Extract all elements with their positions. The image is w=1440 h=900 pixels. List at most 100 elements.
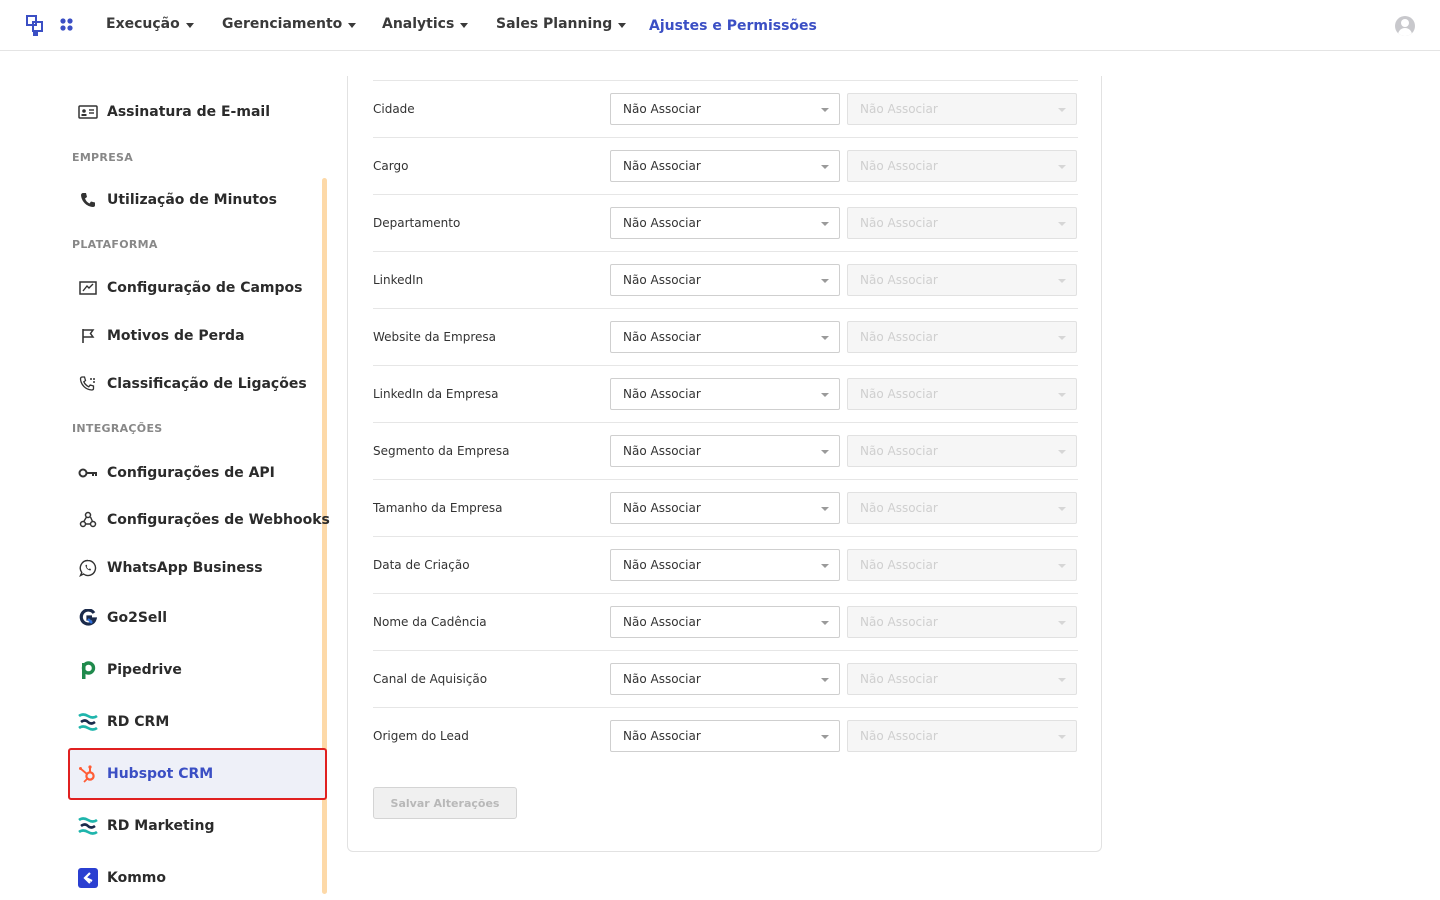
sidebar-item-configuracoes-api[interactable]: Configurações de API (78, 463, 275, 483)
sidebar-item-label: WhatsApp Business (107, 560, 263, 576)
field-label: Departamento (373, 216, 461, 230)
select-value: Não Associar (623, 216, 701, 230)
sidebar-item-hubspot-crm[interactable]: Hubspot CRM (78, 764, 213, 784)
chevron-down-icon (348, 22, 357, 28)
field-mapping-select[interactable]: Não Associar (610, 321, 840, 353)
select-value: Não Associar (623, 615, 701, 629)
section-label-empresa: EMPRESA (72, 151, 134, 164)
chevron-down-icon (821, 165, 829, 169)
field-mapping-select[interactable]: Não Associar (610, 207, 840, 239)
field-mapping-select[interactable]: Não Associar (610, 93, 840, 125)
field-row: Canal de Aquisição Não Associar Não Asso… (373, 650, 1078, 707)
chevron-down-icon (821, 735, 829, 739)
section-label-integracoes: INTEGRAÇÕES (72, 422, 163, 435)
sidebar-item-label: Go2Sell (107, 610, 168, 626)
field-mapping-select[interactable]: Não Associar (610, 492, 840, 524)
chevron-down-icon (821, 279, 829, 283)
go2sell-logo-icon (78, 608, 98, 628)
select-value: Não Associar (860, 159, 938, 173)
nav-execucao[interactable]: Execução (106, 16, 194, 32)
field-row: Data de Criação Não Associar Não Associa… (373, 536, 1078, 593)
app-logo-icon[interactable] (26, 15, 44, 37)
field-mapping-secondary-select: Não Associar (847, 435, 1077, 467)
field-row: Segmento da Empresa Não Associar Não Ass… (373, 422, 1078, 479)
chevron-down-icon (1058, 165, 1066, 169)
field-mapping-select[interactable]: Não Associar (610, 435, 840, 467)
chevron-down-icon (1058, 564, 1066, 568)
kommo-logo-icon (78, 868, 98, 888)
select-value: Não Associar (860, 501, 938, 515)
field-mapping-secondary-select: Não Associar (847, 207, 1077, 239)
chevron-down-icon (185, 22, 194, 28)
select-value: Não Associar (860, 273, 938, 287)
select-value: Não Associar (623, 330, 701, 344)
field-mapping-select[interactable]: Não Associar (610, 663, 840, 695)
field-row: Origem do Lead Não Associar Não Associar (373, 707, 1078, 764)
settings-sidebar: Assinatura de E-mail EMPRESA Utilização … (68, 52, 332, 900)
field-label: LinkedIn (373, 273, 424, 287)
select-value: Não Associar (623, 159, 701, 173)
rd-marketing-logo-icon (78, 816, 98, 836)
field-mapping-secondary-select: Não Associar (847, 720, 1077, 752)
field-mapping-select[interactable]: Não Associar (610, 549, 840, 581)
nav-analytics[interactable]: Analytics (382, 16, 469, 32)
field-mapping-secondary-select: Não Associar (847, 93, 1077, 125)
field-mapping-secondary-select: Não Associar (847, 150, 1077, 182)
pipedrive-logo-icon (78, 660, 98, 680)
select-value: Não Associar (860, 615, 938, 629)
chevron-down-icon (821, 621, 829, 625)
sidebar-item-label: Configurações de API (107, 465, 275, 481)
nav-gerenciamento[interactable]: Gerenciamento (222, 16, 357, 32)
field-label: Tamanho da Empresa (373, 501, 503, 515)
phone-icon (78, 190, 98, 210)
field-label: LinkedIn da Empresa (373, 387, 499, 401)
sidebar-item-label: Hubspot CRM (107, 766, 214, 782)
field-mapping-secondary-select: Não Associar (847, 321, 1077, 353)
chevron-down-icon (821, 678, 829, 682)
field-label: Segmento da Empresa (373, 444, 510, 458)
field-label: Data de Criação (373, 558, 470, 572)
select-value: Não Associar (860, 102, 938, 116)
sidebar-item-rd-crm[interactable]: RD CRM (78, 712, 169, 732)
field-mapping-select[interactable]: Não Associar (610, 150, 840, 182)
apps-grid-icon[interactable] (60, 18, 73, 31)
field-label: Canal de Aquisição (373, 672, 488, 686)
field-mapping-select[interactable]: Não Associar (610, 720, 840, 752)
chevron-down-icon (821, 564, 829, 568)
field-mapping-secondary-select: Não Associar (847, 492, 1077, 524)
sidebar-item-configuracao-campos[interactable]: Configuração de Campos (78, 278, 303, 298)
chevron-down-icon (1058, 222, 1066, 226)
chevron-down-icon (821, 336, 829, 340)
field-row: Cargo Não Associar Não Associar (373, 137, 1078, 194)
sidebar-item-motivos-perda[interactable]: Motivos de Perda (78, 326, 245, 346)
sidebar-item-label: Configurações de Webhooks (107, 512, 330, 528)
select-value: Não Associar (860, 444, 938, 458)
chevron-down-icon (821, 108, 829, 112)
nav-ajustes-permissoes[interactable]: Ajustes e Permissões (649, 18, 817, 34)
select-value: Não Associar (623, 501, 701, 515)
sidebar-item-utilizacao-minutos[interactable]: Utilização de Minutos (78, 190, 277, 210)
chevron-down-icon (1058, 621, 1066, 625)
field-mapping-select[interactable]: Não Associar (610, 264, 840, 296)
sidebar-item-assinatura-email[interactable]: Assinatura de E-mail (78, 102, 270, 122)
field-mapping-select[interactable]: Não Associar (610, 378, 840, 410)
field-mapping-secondary-select: Não Associar (847, 549, 1077, 581)
select-value: Não Associar (623, 444, 701, 458)
field-mapping-secondary-select: Não Associar (847, 378, 1077, 410)
chevron-down-icon (618, 22, 627, 28)
sidebar-item-pipedrive[interactable]: Pipedrive (78, 660, 182, 680)
select-value: Não Associar (623, 729, 701, 743)
sidebar-item-classificacao-ligacoes[interactable]: Classificação de Ligações (78, 374, 307, 394)
sidebar-item-rd-marketing[interactable]: RD Marketing (78, 816, 214, 836)
sidebar-item-whatsapp-business[interactable]: WhatsApp Business (78, 558, 263, 578)
rd-crm-logo-icon (78, 712, 98, 732)
save-changes-button[interactable]: Salvar Alterações (373, 787, 517, 819)
nav-sales-planning[interactable]: Sales Planning (496, 16, 627, 32)
nav-gerenciamento-label: Gerenciamento (222, 16, 343, 32)
sidebar-item-kommo[interactable]: Kommo (78, 868, 166, 888)
user-avatar-icon[interactable] (1395, 16, 1415, 36)
sidebar-item-go2sell[interactable]: Go2Sell (78, 608, 167, 628)
field-mapping-select[interactable]: Não Associar (610, 606, 840, 638)
sidebar-item-configuracoes-webhooks[interactable]: Configurações de Webhooks (78, 510, 330, 530)
chevron-down-icon (821, 450, 829, 454)
